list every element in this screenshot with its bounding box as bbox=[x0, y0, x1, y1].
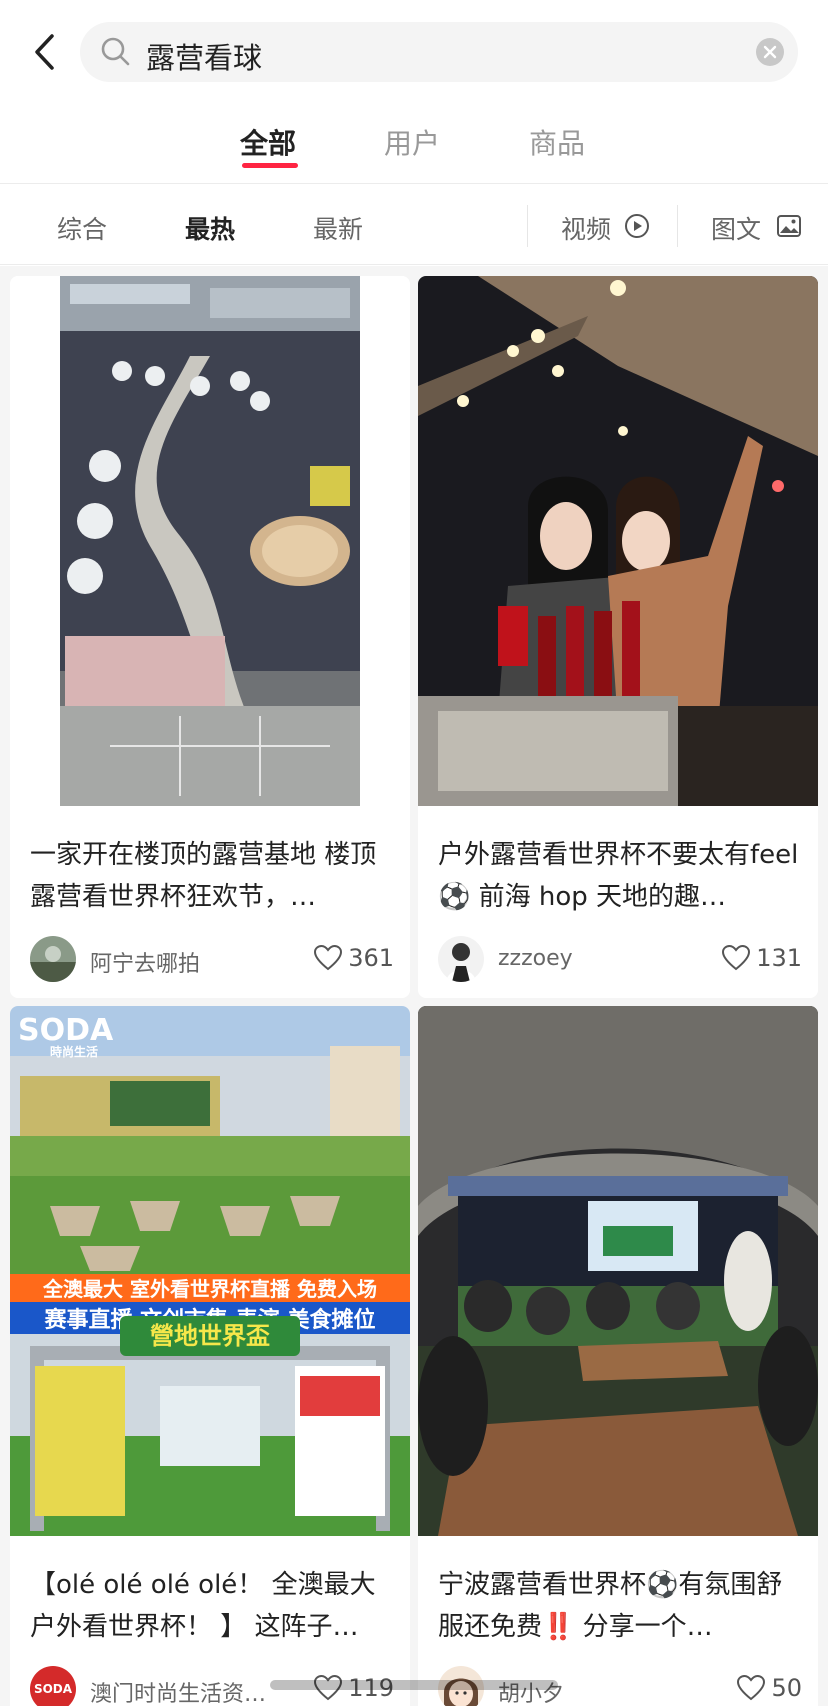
avatar-text: SODA bbox=[33, 1682, 73, 1696]
search-header: 露营看球 bbox=[0, 0, 828, 104]
filter-comprehensive[interactable]: 综合 bbox=[57, 210, 107, 246]
play-circle-icon bbox=[625, 214, 649, 238]
filter-video[interactable]: 视频 bbox=[561, 210, 611, 246]
filter-hottest[interactable]: 最热 bbox=[185, 210, 235, 246]
poster-banner-1: 全澳最大 室外看世界杯直播 免费入场 bbox=[42, 1277, 377, 1301]
active-tab-indicator bbox=[242, 163, 298, 168]
cover-image bbox=[418, 1006, 818, 1536]
avatar[interactable] bbox=[438, 936, 484, 982]
results-feed: 一家开在楼顶的露营基地 楼顶露营看世界杯狂欢节，… 阿宁去哪拍 361 户外露营… bbox=[0, 266, 828, 1706]
search-query[interactable]: 露营看球 bbox=[146, 35, 262, 77]
like-count-value: 361 bbox=[348, 944, 394, 972]
cover-image: 全澳最大 室外看世界杯直播 免费入场 赛事直播 文创市集 表演 美食摊位 營地世… bbox=[10, 1006, 410, 1536]
heart-icon[interactable] bbox=[314, 945, 343, 971]
filter-image-text[interactable]: 图文 bbox=[711, 210, 761, 246]
tab-users[interactable]: 用户 bbox=[384, 122, 440, 162]
soda-logo-sub: 時尚生活 bbox=[50, 1044, 98, 1059]
chevron-left-icon bbox=[35, 34, 54, 70]
filter-bar: 综合 最热 最新 视频 图文 bbox=[0, 185, 828, 265]
cover-image bbox=[418, 276, 818, 806]
tab-products[interactable]: 商品 bbox=[529, 122, 585, 162]
close-icon bbox=[763, 45, 777, 59]
heart-icon[interactable] bbox=[737, 1675, 766, 1701]
like-count-value: 50 bbox=[771, 1674, 802, 1702]
avatar[interactable] bbox=[30, 936, 76, 982]
divider bbox=[677, 205, 678, 247]
divider bbox=[527, 205, 528, 247]
filter-newest[interactable]: 最新 bbox=[313, 210, 363, 246]
note-meta: zzzoey 131 bbox=[438, 936, 802, 984]
note-card[interactable]: 全澳最大 室外看世界杯直播 免费入场 赛事直播 文创市集 表演 美食摊位 營地世… bbox=[10, 1006, 410, 1706]
heart-icon[interactable] bbox=[722, 945, 751, 971]
note-meta: 阿宁去哪拍 361 bbox=[30, 936, 394, 984]
note-card[interactable]: 宁波露营看世界杯⚽有氛围舒服还免费‼️ 分享一个… 胡小夕 50 bbox=[418, 1006, 818, 1706]
search-icon bbox=[101, 37, 130, 66]
result-type-tabs: 全部 用户 商品 bbox=[0, 104, 828, 184]
home-indicator[interactable] bbox=[270, 1680, 558, 1690]
tab-all[interactable]: 全部 bbox=[240, 122, 296, 162]
avatar[interactable]: SODA bbox=[30, 1666, 76, 1706]
cover-image bbox=[10, 276, 410, 806]
like-count[interactable]: 361 bbox=[314, 944, 394, 972]
back-button[interactable] bbox=[22, 28, 66, 76]
soda-logo: SODA bbox=[18, 1013, 114, 1048]
note-title: 【olé olé olé olé！ 全澳最大户外看世界杯！ 】 这阵子… bbox=[30, 1570, 376, 1642]
note-card[interactable]: 一家开在楼顶的露营基地 楼顶露营看世界杯狂欢节，… 阿宁去哪拍 361 bbox=[10, 276, 410, 998]
author-name[interactable]: zzzoey bbox=[498, 946, 573, 971]
like-count[interactable]: 50 bbox=[737, 1674, 802, 1702]
note-title: 宁波露营看世界杯⚽有氛围舒服还免费‼️ 分享一个… bbox=[438, 1570, 783, 1642]
like-count[interactable]: 131 bbox=[722, 944, 802, 972]
clear-search-button[interactable] bbox=[756, 38, 784, 66]
image-icon bbox=[777, 215, 801, 237]
note-title: 一家开在楼顶的露营基地 楼顶露营看世界杯狂欢节，… bbox=[30, 840, 377, 912]
note-card[interactable]: 户外露营看世界杯不要太有feel⚽ 前海 hop 天地的趣… zzzoey 13… bbox=[418, 276, 818, 998]
note-title: 户外露营看世界杯不要太有feel⚽ 前海 hop 天地的趣… bbox=[438, 840, 799, 912]
like-count-value: 131 bbox=[756, 944, 802, 972]
search-input[interactable]: 露营看球 bbox=[80, 22, 798, 82]
author-name[interactable]: 澳门时尚生活资… bbox=[90, 1676, 266, 1706]
author-name[interactable]: 阿宁去哪拍 bbox=[90, 946, 200, 978]
poster-stage-sign: 營地世界盃 bbox=[150, 1322, 270, 1350]
